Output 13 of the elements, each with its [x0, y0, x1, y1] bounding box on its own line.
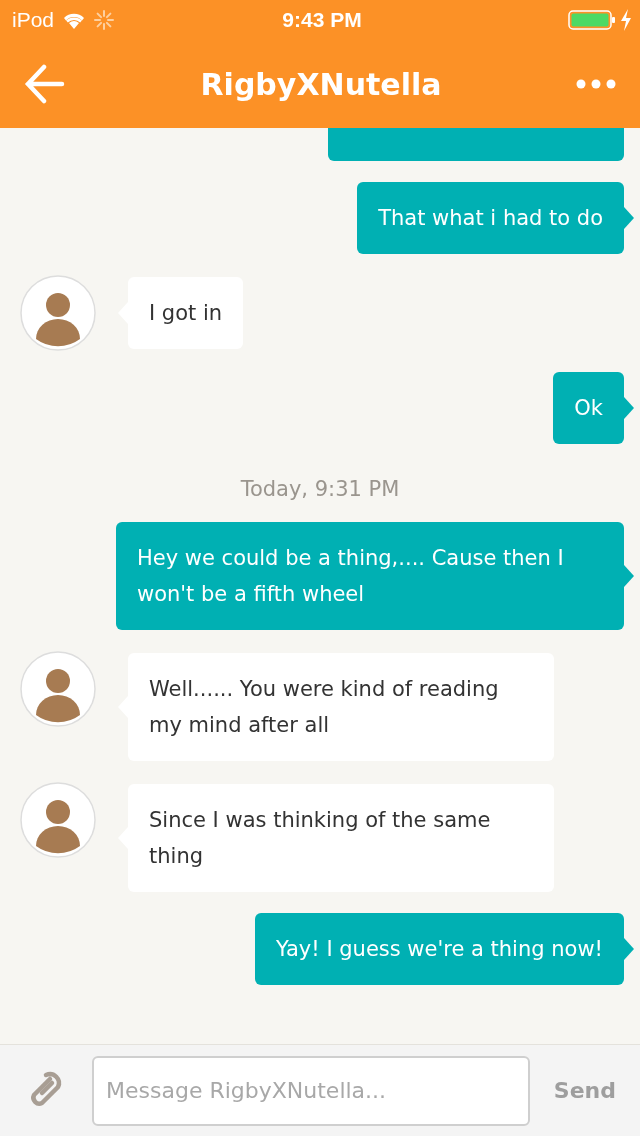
battery-icon — [568, 9, 616, 31]
more-options-button[interactable] — [576, 78, 616, 90]
avatar-icon — [20, 275, 96, 351]
status-time: 9:43 PM — [281, 8, 363, 32]
carrier-name: iPod — [12, 8, 55, 32]
avatar-icon — [20, 651, 96, 727]
timestamp: Today, 9:31 PM — [239, 476, 401, 503]
wifi-icon — [62, 11, 87, 29]
avatar-icon — [20, 782, 96, 858]
message-input[interactable]: Message RigbyXNutella... — [92, 1055, 530, 1126]
loading-spinner-icon — [94, 10, 115, 30]
back-button[interactable] — [24, 64, 66, 104]
chat-title: RigbyXNutella — [200, 66, 442, 102]
